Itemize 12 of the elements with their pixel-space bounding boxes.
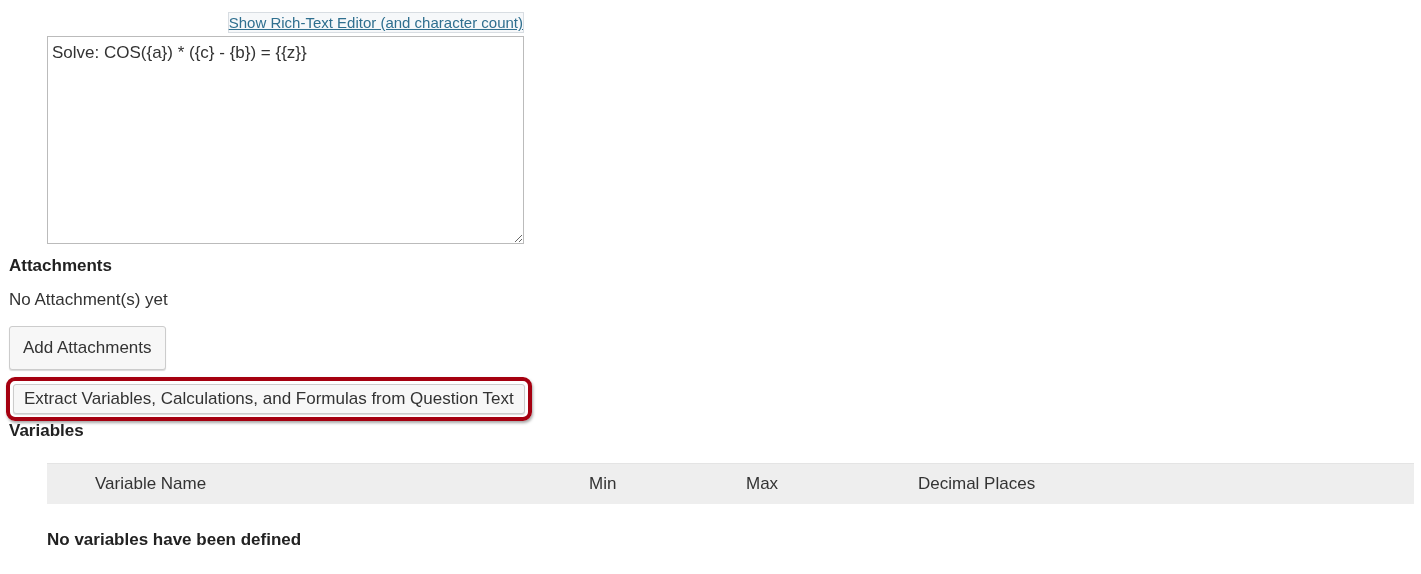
question-text-field[interactable]: Solve: COS({a}) * ({c} - {b}) = {{z}} [47,36,524,244]
extract-variables-button[interactable]: Extract Variables, Calculations, and Formulas from Question Text [13,384,525,414]
column-header: Decimal Places [918,474,1037,494]
empty-message: No variables have been defined [47,530,303,550]
column-header: Min [589,474,618,494]
variables-heading: Variables [9,421,85,441]
attachments-status: No Attachment(s) yet [9,290,169,310]
attachments-heading: Attachments [9,256,113,276]
add-attachments-button[interactable]: Add Attachments [9,326,166,370]
show-editor-link[interactable]: Show Rich-Text Editor (and character count) [227,12,524,33]
column-header: Max [746,474,780,494]
column-header: Variable Name [95,474,208,494]
